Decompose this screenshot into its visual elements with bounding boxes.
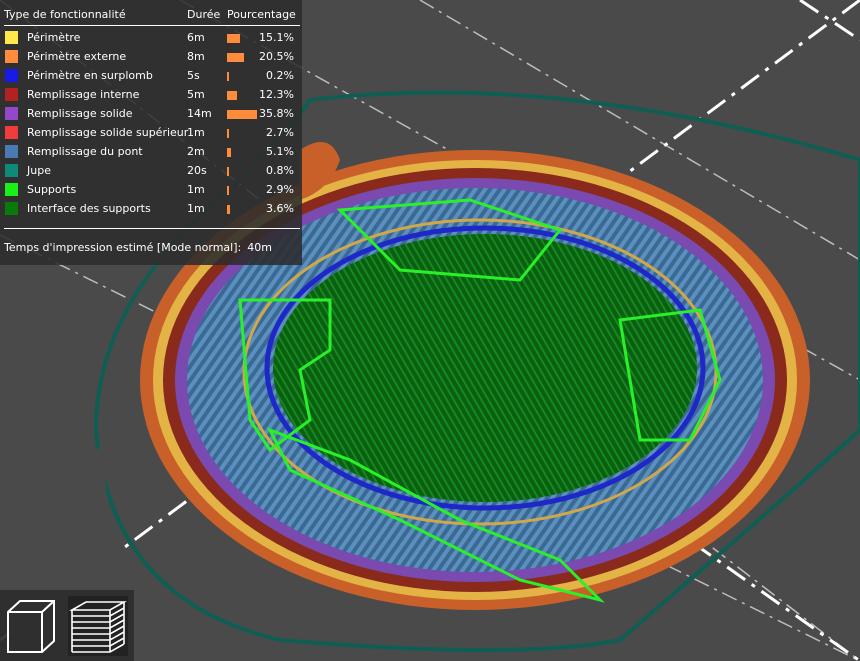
color-swatch: [5, 50, 18, 63]
color-swatch: [5, 69, 18, 82]
legend-divider: [4, 228, 300, 229]
view-layers-button[interactable]: [68, 596, 128, 656]
legend-row-percent: 2.9%: [266, 183, 294, 196]
legend-row-name: Remplissage du pont: [27, 145, 143, 158]
view-3d-button[interactable]: [2, 596, 62, 656]
legend-row-name: Périmètre externe: [27, 50, 127, 63]
legend-row: Périmètre en surplomb 5s 0.2%: [0, 67, 302, 85]
legend-row-duration: 20s: [187, 164, 207, 177]
layers-icon: [68, 601, 128, 653]
legend-header-type: Type de fonctionnalité: [4, 8, 126, 21]
legend-row-percent: 0.2%: [266, 69, 294, 82]
legend-row-duration: 8m: [187, 50, 205, 63]
legend-row-percent: 5.1%: [266, 145, 294, 158]
color-swatch: [5, 164, 18, 177]
estimated-time-label: Temps d'impression estimé [Mode normal]:: [4, 241, 242, 254]
legend-row-name: Interface des supports: [27, 202, 151, 215]
legend-header: Type de fonctionnalité Durée Pourcentage: [0, 8, 302, 24]
legend-header-percentage: Pourcentage: [227, 8, 296, 21]
legend-row-duration: 1m: [187, 202, 205, 215]
legend-row-name: Remplissage interne: [27, 88, 140, 101]
legend-row-bar: [227, 167, 229, 176]
view-toolbar: [0, 590, 134, 661]
color-swatch: [5, 126, 18, 139]
color-swatch: [5, 31, 18, 44]
legend-row-name: Remplissage solide: [27, 107, 133, 120]
legend-row-bar: [227, 186, 230, 195]
legend-row-duration: 1m: [187, 126, 205, 139]
legend-divider: [4, 25, 300, 26]
legend-header-duration: Durée: [187, 8, 221, 21]
legend-row-name: Périmètre: [27, 31, 81, 44]
legend-row-duration: 2m: [187, 145, 205, 158]
legend-row-bar: [227, 148, 232, 157]
legend-row-percent: 0.8%: [266, 164, 294, 177]
legend-row-bar: [227, 110, 257, 119]
color-swatch: [5, 202, 18, 215]
legend-row-duration: 6m: [187, 31, 205, 44]
legend-row: Périmètre 6m 15.1%: [0, 29, 302, 47]
legend-row-name: Jupe: [27, 164, 51, 177]
legend-row-percent: 12.3%: [259, 88, 294, 101]
legend-row-name: Remplissage solide supérieur: [27, 126, 189, 139]
color-swatch: [5, 88, 18, 101]
legend-row-duration: 5s: [187, 69, 200, 82]
legend-row: Remplissage solide 14m 35.8%: [0, 105, 302, 123]
legend-row: Remplissage interne 5m 12.3%: [0, 86, 302, 104]
color-swatch: [5, 107, 18, 120]
legend-row-name: Supports: [27, 183, 77, 196]
legend-row-bar: [227, 72, 229, 81]
legend-row-percent: 3.6%: [266, 202, 294, 215]
legend-row: Remplissage du pont 2m 5.1%: [0, 143, 302, 161]
legend-row-percent: 35.8%: [259, 107, 294, 120]
legend-row-percent: 2.7%: [266, 126, 294, 139]
legend-row-duration: 14m: [187, 107, 212, 120]
color-swatch: [5, 145, 18, 158]
color-swatch: [5, 183, 18, 196]
legend-row-bar: [227, 129, 230, 138]
legend-row: Supports 1m 2.9%: [0, 181, 302, 199]
legend-row: Jupe 20s 0.8%: [0, 162, 302, 180]
feature-legend: Type de fonctionnalité Durée Pourcentage…: [0, 0, 302, 265]
cube-icon: [7, 600, 55, 653]
legend-row-bar: [227, 91, 238, 100]
legend-row: Interface des supports 1m 3.6%: [0, 200, 302, 218]
legend-row-percent: 15.1%: [259, 31, 294, 44]
legend-row-duration: 1m: [187, 183, 205, 196]
legend-row-bar: [227, 205, 231, 214]
estimated-print-time: Temps d'impression estimé [Mode normal]:…: [4, 241, 272, 254]
legend-row-bar: [227, 53, 245, 62]
estimated-time-value: 40m: [247, 241, 272, 254]
legend-row: Remplissage solide supérieur 1m 2.7%: [0, 124, 302, 142]
legend-row: Périmètre externe 8m 20.5%: [0, 48, 302, 66]
legend-row-percent: 20.5%: [259, 50, 294, 63]
legend-row-name: Périmètre en surplomb: [27, 69, 153, 82]
legend-row-bar: [227, 34, 240, 43]
legend-row-duration: 5m: [187, 88, 205, 101]
